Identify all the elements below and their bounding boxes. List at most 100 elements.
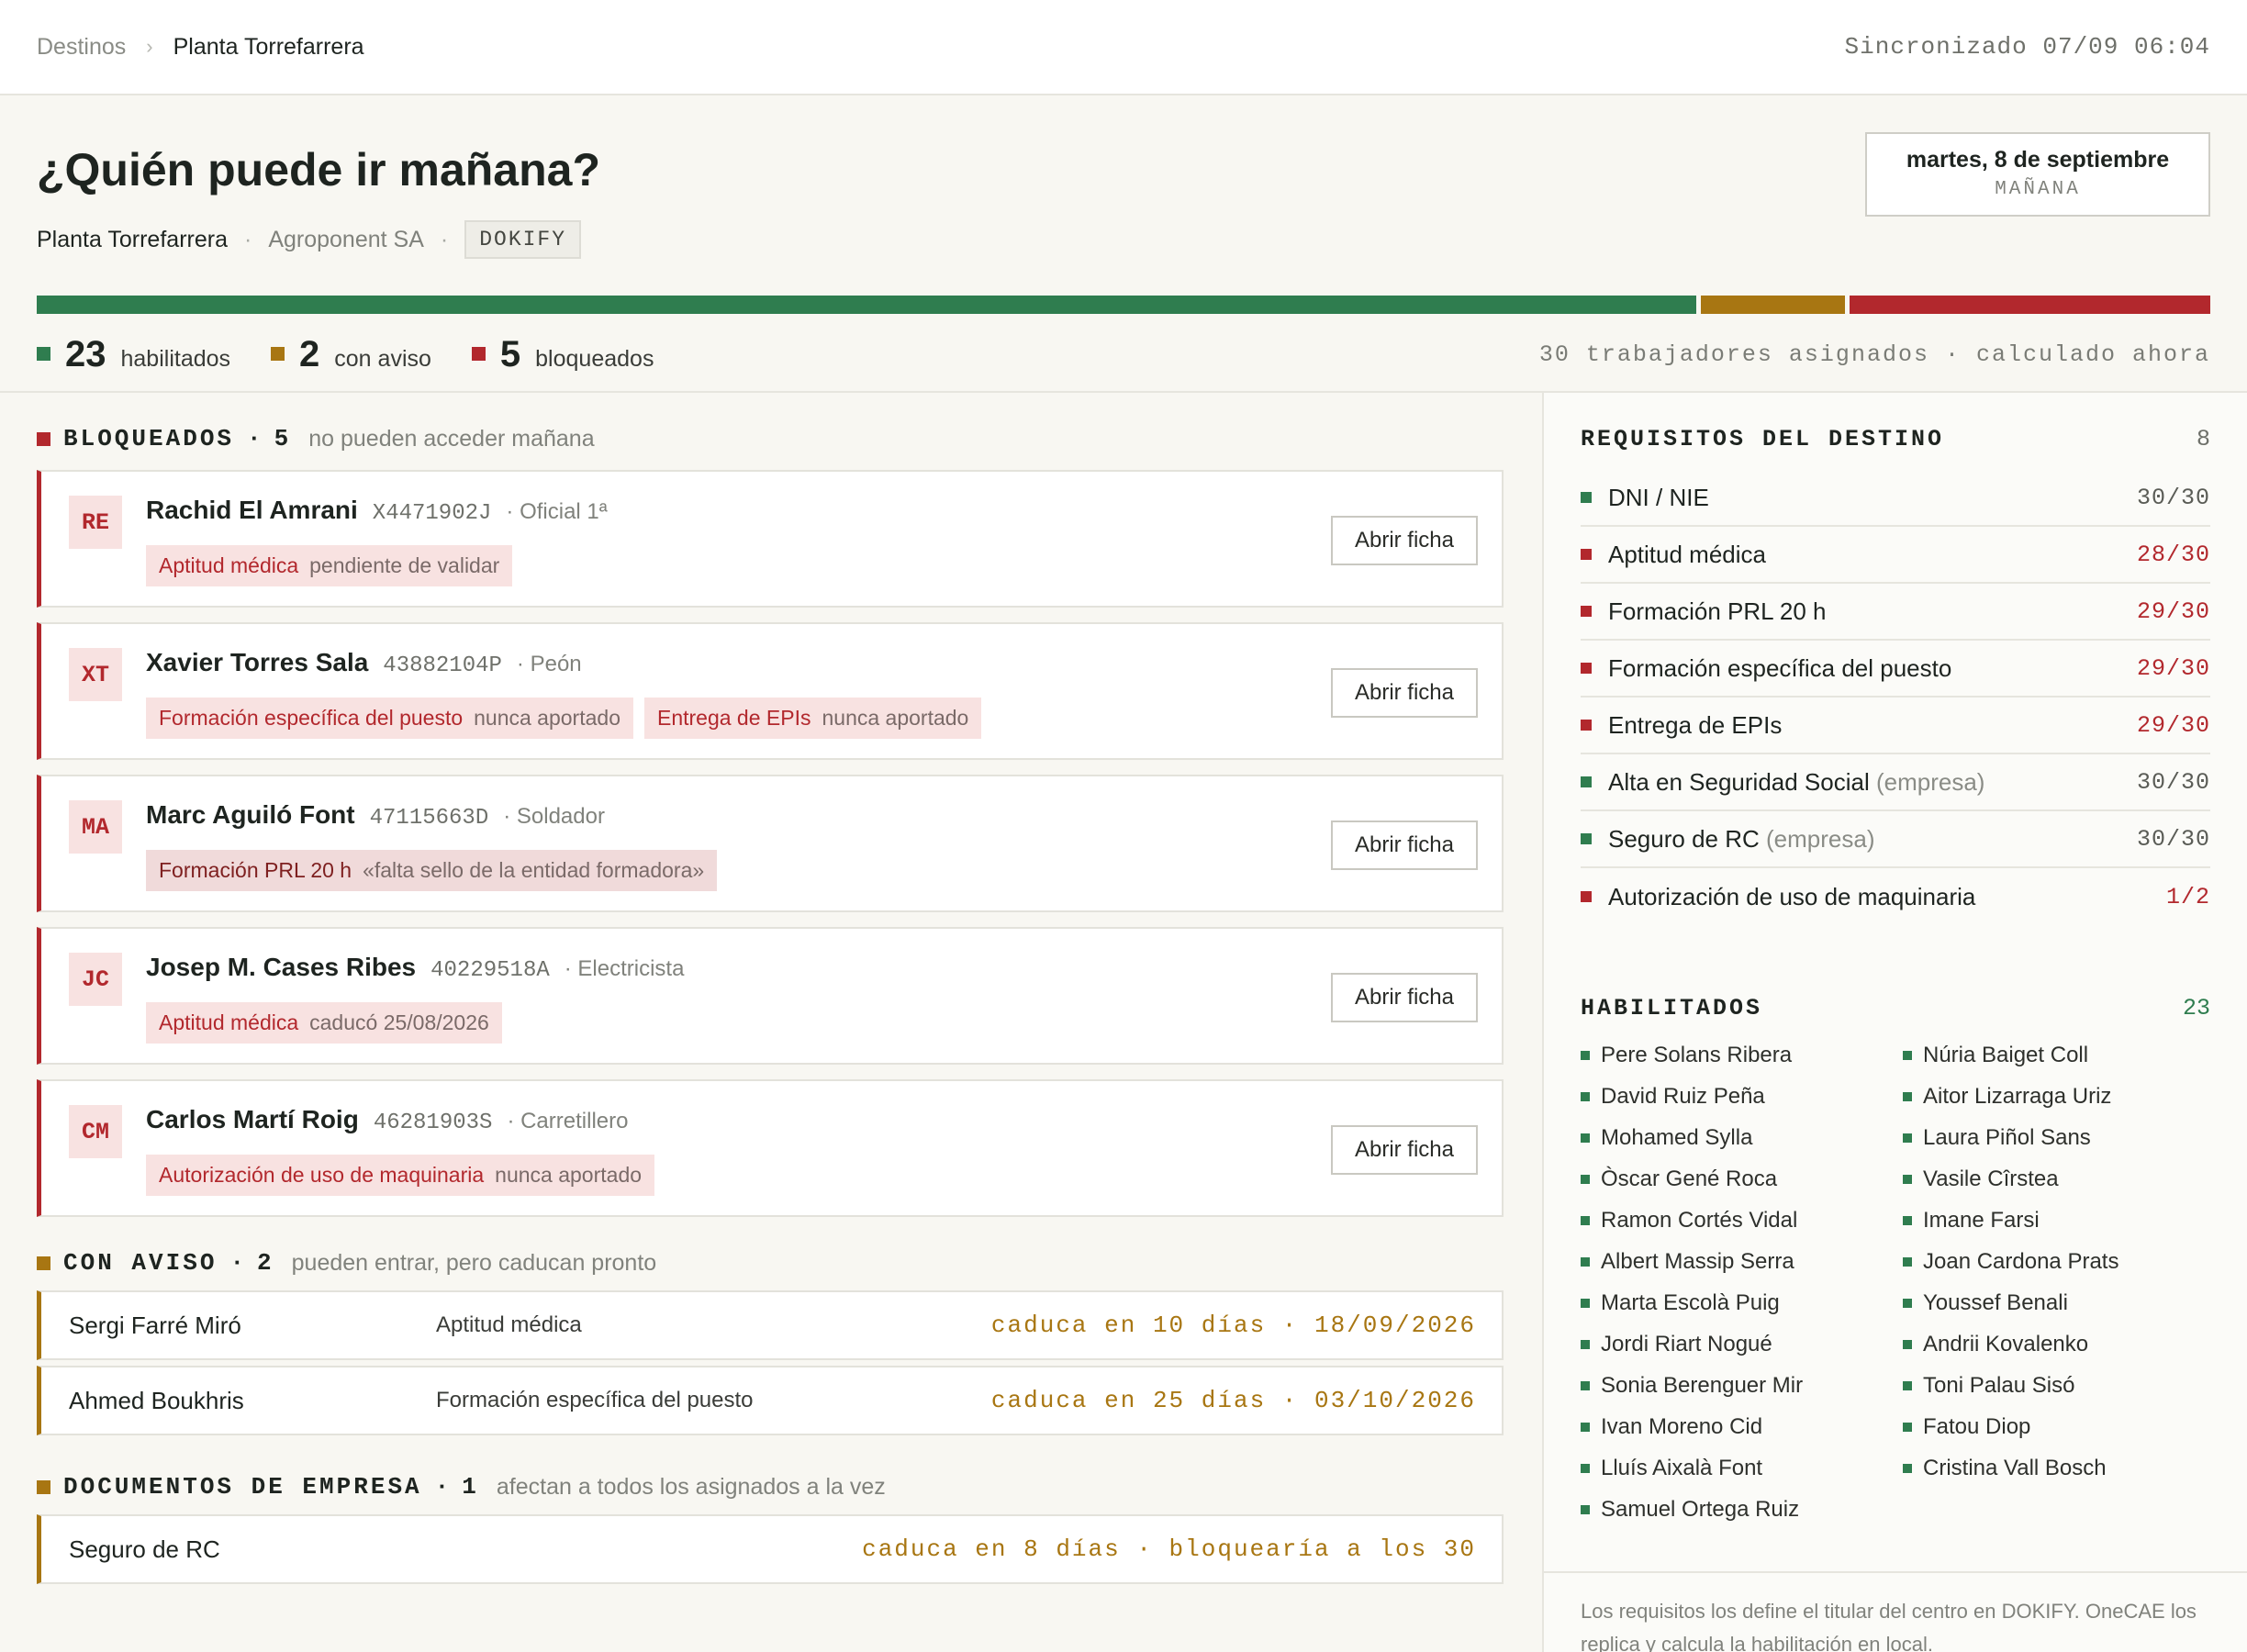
issue-requirement: Formación PRL 20 h — [159, 858, 352, 882]
requirement-value: 30/30 — [2136, 484, 2210, 511]
requirement-name: Autorización de uso de maquinaria — [1608, 883, 2166, 911]
green-square-icon — [1903, 1381, 1912, 1390]
worker-role: · Peón — [516, 652, 582, 676]
worker-id: X4471902J — [372, 501, 492, 526]
blocked-section-title: BLOQUEADOS — [63, 425, 235, 452]
worker-id: 46281903S — [373, 1111, 493, 1135]
breadcrumb-current: Planta Torrefarrera — [173, 33, 364, 60]
sync-status: Sincronizado 07/09 06:04 — [1844, 33, 2210, 61]
green-square-icon — [1903, 1299, 1912, 1308]
green-square-icon — [37, 347, 50, 361]
enabled-worker-name: David Ruiz Peña — [1601, 1084, 1765, 1109]
expiry-info: caduca en 25 días · 03/10/2026 — [990, 1387, 1476, 1414]
enabled-worker-name: Joan Cardona Prats — [1923, 1249, 2119, 1274]
separator-dot: · — [434, 1473, 450, 1501]
blocked-section-count: 5 — [274, 425, 289, 452]
issue-status: pendiente de validar — [309, 553, 500, 577]
warning-bar-segment — [1700, 296, 1845, 314]
warning-section-count: 2 — [257, 1249, 272, 1277]
worker-name: Rachid El Amrani — [146, 496, 358, 524]
enabled-bar-segment — [37, 296, 1696, 314]
worker-name-row: Xavier Torres Sala 43882104P · Peón — [146, 648, 582, 678]
green-square-icon — [1903, 1423, 1912, 1432]
enabled-worker: Sonia Berenguer Mir — [1581, 1373, 1903, 1399]
issue-status: nunca aportado — [474, 706, 620, 730]
green-square-icon — [1581, 1175, 1590, 1184]
company-doc-row: Seguro de RC caduca en 8 días · bloquearí… — [37, 1514, 1504, 1584]
status-square-icon — [1581, 549, 1592, 560]
enabled-header: HABILITADOS 23 — [1581, 989, 2210, 1026]
document-name: Seguro de RC — [69, 1535, 220, 1563]
status-square-icon — [1581, 833, 1592, 844]
right-panel: REQUISITOS DEL DESTINO 8 DNI / NIE 30/30 A… — [1544, 393, 2247, 1652]
blocked-count: 5 — [499, 334, 521, 374]
open-record-button[interactable]: Abrir ficha — [1331, 668, 1478, 718]
top-bar: Destinos › Planta Torrefarrera Sincroniz… — [0, 0, 2247, 95]
page-header: ¿Quién puede ir mañana? Planta Torrefarr… — [0, 95, 2247, 393]
enabled-worker-name: Imane Farsi — [1923, 1208, 2040, 1233]
requirement-scope: (empresa) — [1875, 767, 1985, 796]
requirement-value: 1/2 — [2165, 883, 2210, 910]
requirement-row: Entrega de EPIs 29/30 — [1581, 698, 2210, 754]
enabled-worker: Mohamed Sylla — [1581, 1125, 1903, 1151]
date-label: MAÑANA — [1995, 179, 2081, 200]
enabled-worker-name: Andrii Kovalenko — [1923, 1332, 2089, 1356]
footnote: Los requisitos los define el titular del… — [1544, 1571, 2247, 1652]
worker-name-row: Marc Aguiló Font 47115663D · Soldador — [146, 800, 605, 831]
open-record-button[interactable]: Abrir ficha — [1331, 973, 1478, 1022]
summary-meta: 30 trabajadores asignados · calculado ah… — [1538, 341, 2210, 368]
blocked-section-header: BLOQUEADOS · 5 no pueden acceder mañana — [37, 420, 1504, 457]
issue-status: nunca aportado — [822, 706, 969, 730]
date-selector[interactable]: martes, 8 de septiembre MAÑANA — [1865, 132, 2210, 217]
status-distribution-bar — [37, 296, 2210, 314]
issue-chip: Entrega de EPIs nunca aportado — [643, 698, 982, 739]
separator-dot: · — [440, 226, 449, 252]
warning-section-title: CON AVISO — [63, 1249, 218, 1277]
issue-chip: Aptitud médica caducó 25/08/2026 — [146, 1002, 502, 1044]
green-square-icon — [1581, 1423, 1590, 1432]
requirement-value: 29/30 — [2136, 654, 2210, 682]
green-square-icon — [1903, 1175, 1912, 1184]
avatar: CM — [69, 1105, 122, 1158]
breadcrumb: Destinos › Planta Torrefarrera — [37, 34, 364, 61]
breadcrumb-destinos-link[interactable]: Destinos — [37, 34, 126, 61]
company-docs-list: Seguro de RC caduca en 8 días · bloquearí… — [37, 1514, 1504, 1584]
blocked-label: bloqueados — [535, 346, 654, 372]
enabled-worker: Vasile Cîrstea — [1903, 1166, 2210, 1192]
enabled-worker: Lluís Aixalà Font — [1581, 1456, 1903, 1481]
open-record-button[interactable]: Abrir ficha — [1331, 516, 1478, 565]
green-square-icon — [1581, 1299, 1590, 1308]
amber-square-icon — [37, 1479, 50, 1494]
enabled-worker-name: Aitor Lizarraga Uriz — [1923, 1084, 2112, 1109]
enabled-worker-name: Jordi Riart Nogué — [1601, 1332, 1772, 1356]
avatar: MA — [69, 800, 122, 854]
status-square-icon — [1581, 776, 1592, 787]
green-square-icon — [1581, 1464, 1590, 1473]
open-record-button[interactable]: Abrir ficha — [1331, 1125, 1478, 1175]
requirement-scope: (empresa) — [1766, 824, 1875, 853]
enabled-worker: Òscar Gené Roca — [1581, 1166, 1903, 1192]
worker-role: · Electricista — [564, 956, 685, 981]
warning-list: Sergi Farré Miró Aptitud médica caduca en … — [37, 1290, 1504, 1435]
worker-name: Ahmed Boukhris — [69, 1386, 244, 1414]
separator-dot: · — [243, 226, 252, 252]
issue-requirement: Formación específica del puesto — [159, 706, 464, 730]
requirement-label: DNI / NIE — [1608, 483, 1709, 511]
open-record-button[interactable]: Abrir ficha — [1331, 820, 1478, 870]
blocked-list: RE Rachid El Amrani X4471902J · Oficial 1ª A… — [37, 470, 1504, 1217]
requirement-label: Entrega de EPIs — [1608, 710, 1783, 739]
enabled-worker: Núria Baiget Coll — [1903, 1043, 2210, 1068]
expiry-info: caduca en 8 días · bloquearía a los 30 — [862, 1535, 1476, 1563]
requirement-name: Formación PRL 20 h — [1608, 597, 2137, 626]
requirement-value: 29/30 — [2136, 711, 2210, 739]
blocked-worker-card: RE Rachid El Amrani X4471902J · Oficial 1ª A… — [37, 470, 1504, 608]
requirement-name: Formación específica del puesto — [1608, 654, 2137, 683]
summary-stats: 23 habilitados 2 con aviso 5 bloqueados … — [37, 334, 2210, 375]
requirement-row: DNI / NIE 30/30 — [1581, 470, 2210, 527]
warning-count: 2 — [299, 334, 320, 374]
requirements-count: 8 — [2196, 425, 2210, 452]
requirement-name: Seguro de RC (empresa) — [1608, 825, 2137, 854]
green-square-icon — [1903, 1051, 1912, 1060]
enabled-worker-name: Youssef Benali — [1923, 1290, 2068, 1315]
enabled-stat: 23 habilitados — [37, 334, 230, 375]
